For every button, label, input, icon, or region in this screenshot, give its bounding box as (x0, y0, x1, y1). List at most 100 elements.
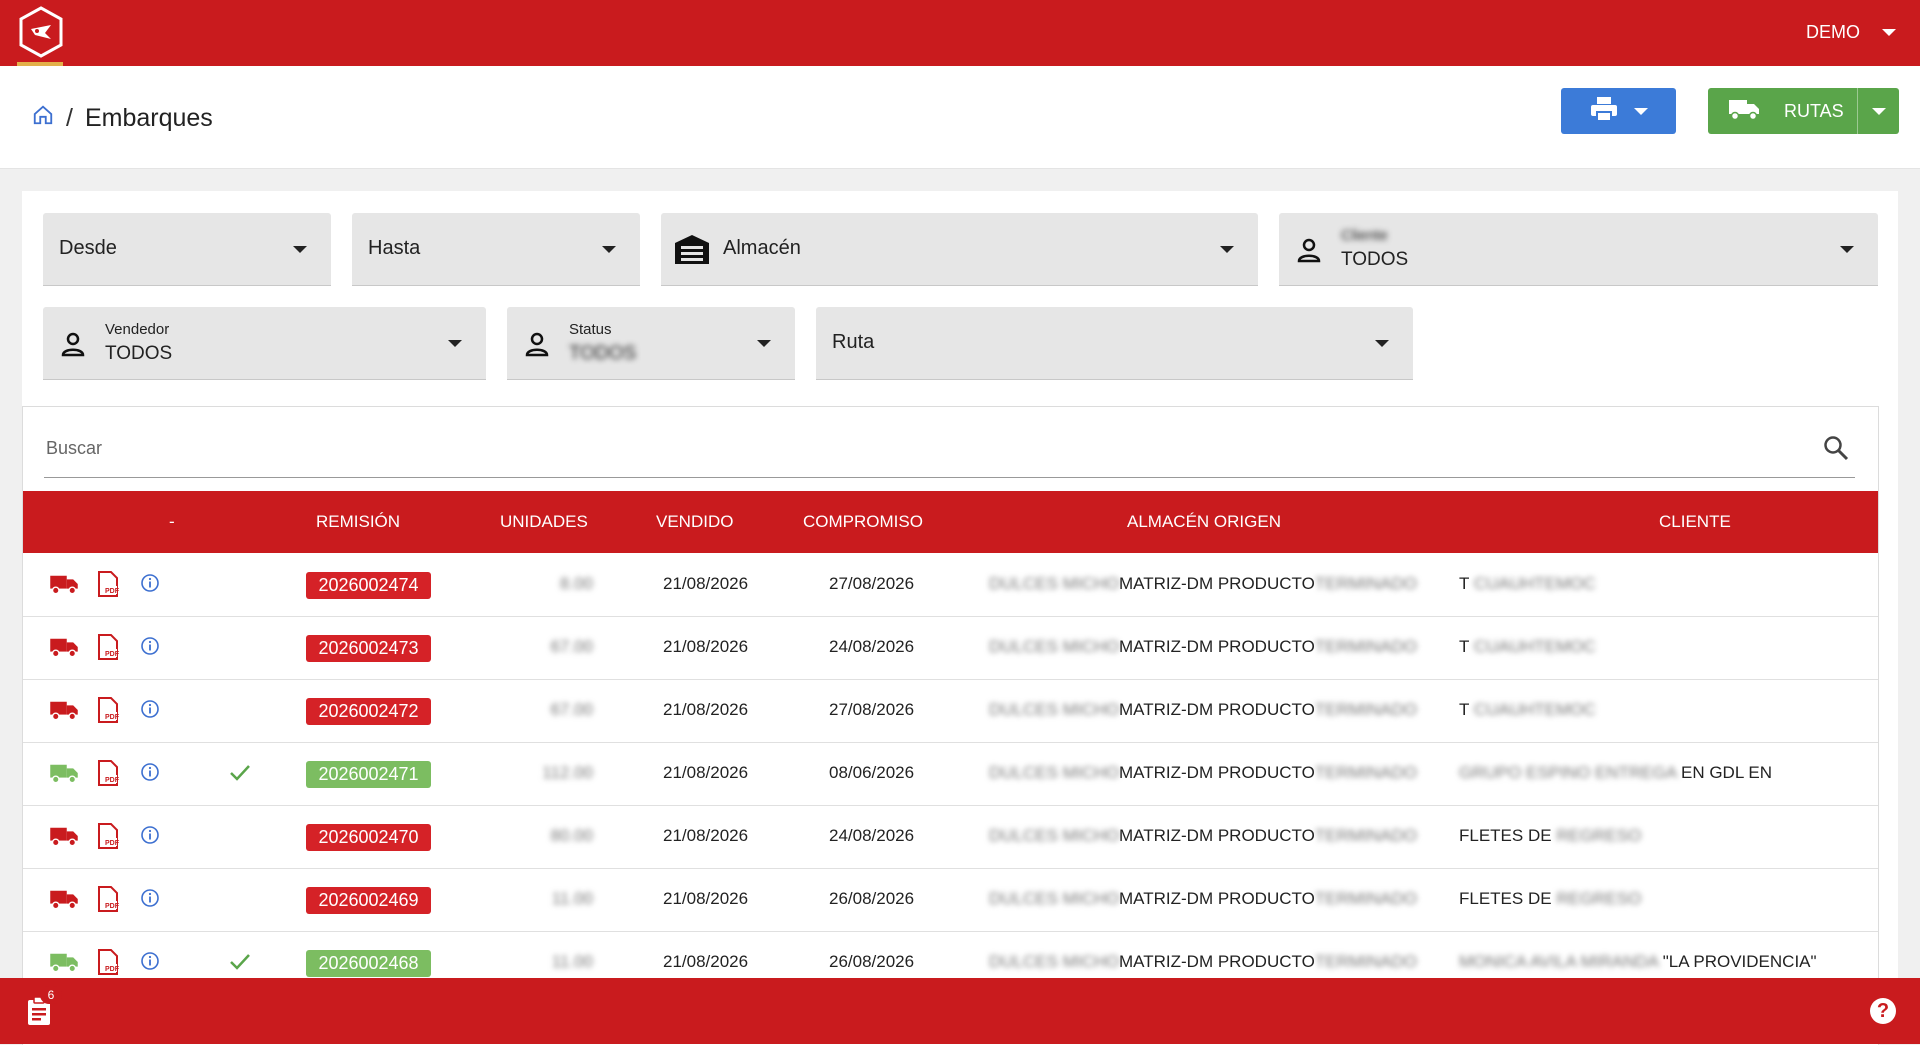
pdf-icon[interactable]: PDF (97, 760, 120, 791)
ruta-select[interactable]: Ruta (816, 307, 1413, 380)
vendedor-value: TODOS (105, 343, 173, 364)
almacen-suffix-cell: TERMINADO (1315, 826, 1417, 845)
truck-icon[interactable] (49, 825, 79, 852)
svg-text:PDF: PDF (105, 714, 119, 721)
table-row[interactable]: PDF 2026002472 67.00 21/08/2026 27/08/2026 DU… (23, 679, 1878, 743)
unidades-cell: 67.00 (550, 637, 593, 656)
table-row[interactable]: PDF 2026002473 67.00 21/08/2026 24/08/2026 DU… (23, 616, 1878, 680)
vendido-cell: 21/08/2026 (663, 763, 749, 782)
svg-text:PDF: PDF (105, 840, 119, 847)
truck-icon[interactable] (49, 888, 79, 915)
almacen-select[interactable]: Almacén (661, 213, 1258, 286)
pdf-icon[interactable]: PDF (97, 823, 120, 854)
header-unidades[interactable]: UNIDADES (500, 512, 588, 532)
cliente-value: TODOS (1341, 249, 1409, 270)
truck-icon[interactable] (49, 699, 79, 726)
home-icon[interactable] (32, 104, 54, 133)
info-icon[interactable] (140, 825, 160, 850)
cliente-text: T (1459, 574, 1470, 593)
cliente-blurred: MONICA AVILA MIRANDA (1459, 952, 1659, 971)
vendido-cell: 21/08/2026 (663, 700, 749, 719)
svg-text:PDF: PDF (105, 777, 119, 784)
table-row[interactable]: PDF 2026002474 8.00 21/08/2026 27/08/2026 DUL… (23, 553, 1878, 617)
status-select[interactable]: Status TODOS (507, 307, 795, 380)
almacen-label: Almacén (723, 237, 801, 259)
table-header: - REMISIÓN UNIDADES VENDIDO COMPROMISO A… (23, 491, 1878, 553)
check-icon (229, 764, 251, 787)
cliente-blurred: CUAUHTEMOC (1473, 574, 1596, 593)
chevron-down-icon (1375, 340, 1389, 347)
cliente-cell: T CUAUHTEMOC (1459, 700, 1596, 720)
pdf-icon[interactable]: PDF (97, 634, 120, 665)
info-icon[interactable] (140, 699, 160, 724)
hasta-select[interactable]: Hasta (352, 213, 640, 286)
almacen-cell: MATRIZ-DM PRODUCTO (1119, 952, 1315, 971)
print-button[interactable] (1561, 88, 1676, 134)
chevron-down-icon (448, 340, 462, 347)
vendido-cell: 21/08/2026 (663, 826, 749, 845)
unidades-cell: 11.00 (551, 952, 593, 971)
header-compromiso[interactable]: COMPROMISO (803, 512, 923, 532)
compromiso-cell: 27/08/2026 (829, 700, 915, 719)
truck-icon[interactable] (49, 573, 79, 600)
ruta-label: Ruta (832, 331, 875, 353)
truck-icon[interactable] (49, 636, 79, 663)
almacen-cell: MATRIZ-DM PRODUCTO (1119, 700, 1315, 719)
search-input[interactable] (44, 437, 1748, 460)
info-icon[interactable] (140, 636, 160, 661)
app-logo[interactable] (17, 5, 65, 61)
truck-icon[interactable] (49, 951, 79, 978)
remision-badge[interactable]: 2026002471 (306, 761, 431, 788)
rutas-dropdown-toggle[interactable] (1857, 88, 1900, 134)
header-almacen-origen[interactable]: ALMACÉN ORIGEN (1127, 512, 1281, 532)
almacen-cell: MATRIZ-DM PRODUCTO (1119, 763, 1315, 782)
truck-icon[interactable] (49, 762, 79, 789)
pdf-icon[interactable]: PDF (97, 697, 120, 728)
remision-badge[interactable]: 2026002468 (306, 950, 431, 977)
info-icon[interactable] (140, 762, 160, 787)
help-icon[interactable]: ? (1870, 998, 1896, 1024)
cliente-cell: GRUPO ESPINO ENTREGA EN GDL EN (1459, 763, 1772, 783)
remision-badge[interactable]: 2026002470 (306, 824, 431, 851)
compromiso-cell: 26/08/2026 (829, 952, 915, 971)
remision-badge[interactable]: 2026002469 (306, 887, 431, 914)
vendido-cell: 21/08/2026 (663, 574, 749, 593)
almacen-suffix-cell: TERMINADO (1315, 574, 1417, 593)
unidades-cell: 11.00 (551, 889, 593, 908)
info-icon[interactable] (140, 951, 160, 976)
rutas-button[interactable]: RUTAS (1708, 88, 1899, 134)
warehouse-icon (673, 233, 711, 270)
table-row[interactable]: PDF 2026002471 112.00 21/08/2026 08/06/2026 D… (23, 742, 1878, 806)
rutas-main-button[interactable]: RUTAS (1708, 88, 1857, 134)
pdf-icon[interactable]: PDF (97, 886, 120, 917)
header-remision[interactable]: REMISIÓN (316, 512, 400, 532)
cliente-cell: T CUAUHTEMOC (1459, 637, 1596, 657)
compromiso-cell: 24/08/2026 (829, 637, 915, 656)
pdf-icon[interactable]: PDF (97, 949, 120, 980)
table-row[interactable]: PDF 2026002470 80.00 21/08/2026 24/08/2026 DU… (23, 805, 1878, 869)
almacen-prefix-cell: DULCES MICHO (989, 889, 1120, 908)
chevron-down-icon (1882, 29, 1896, 36)
desde-label: Desde (59, 237, 117, 259)
page-title: Embarques (84, 104, 213, 132)
person-icon (1297, 237, 1321, 268)
table-row[interactable]: PDF 2026002469 11.00 21/08/2026 26/08/2026 DU… (23, 868, 1878, 932)
header-vendido[interactable]: VENDIDO (656, 512, 733, 532)
search-icon[interactable] (1823, 435, 1849, 466)
info-icon[interactable] (140, 888, 160, 913)
remision-badge[interactable]: 2026002474 (306, 572, 431, 599)
pdf-icon[interactable]: PDF (97, 571, 120, 602)
vendedor-select[interactable]: Vendedor TODOS (43, 307, 486, 380)
header-cliente[interactable]: CLIENTE (1659, 512, 1731, 532)
cliente-select[interactable]: Cliente TODOS (1279, 213, 1878, 286)
user-menu[interactable]: DEMO (1806, 22, 1896, 43)
chevron-down-icon (1872, 107, 1886, 115)
info-icon[interactable] (140, 573, 160, 598)
cliente-label: Cliente (1341, 227, 1388, 244)
remision-badge[interactable]: 2026002472 (306, 698, 431, 725)
almacen-prefix-cell: DULCES MICHO (989, 637, 1120, 656)
svg-text:PDF: PDF (105, 588, 119, 595)
cliente-text: T (1459, 700, 1470, 719)
desde-select[interactable]: Desde (43, 213, 331, 286)
remision-badge[interactable]: 2026002473 (306, 635, 431, 662)
